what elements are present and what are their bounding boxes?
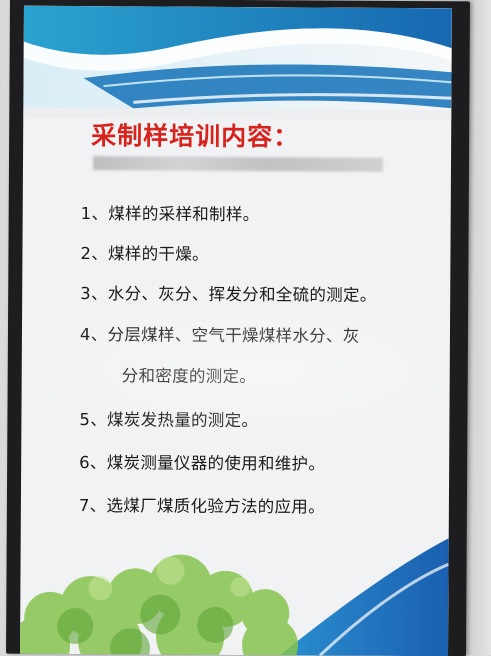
list-item: 5、煤炭发热量的测定。 xyxy=(79,410,259,431)
footer-foliage-graphic xyxy=(20,538,449,656)
list-item: 1、煤样的采样和制样。 xyxy=(80,204,260,225)
list-item-continuation: 分和密度的测定。 xyxy=(121,366,257,387)
blurred-subtitle xyxy=(92,156,384,172)
header-wave-graphic xyxy=(23,5,452,121)
training-content-list: 1、煤样的采样和制样。 2、煤样的干燥。 3、水分、灰分、挥发分和全硫的测定。 … xyxy=(79,200,441,516)
list-item: 6、煤炭测量仪器的使用和维护。 xyxy=(79,453,326,474)
list-item: 4、分层煤样、空气干燥煤样水分、灰 xyxy=(79,325,360,346)
poster-frame: 采制样培训内容： 1、煤样的采样和制样。 2、煤样的干燥。 3、水分、灰分、挥发… xyxy=(6,0,470,656)
poster-title: 采制样培训内容： xyxy=(91,121,300,152)
list-item: 3、水分、灰分、挥发分和全硫的测定。 xyxy=(80,284,377,305)
poster-board: 采制样培训内容： 1、煤样的采样和制样。 2、煤样的干燥。 3、水分、灰分、挥发… xyxy=(20,5,452,656)
list-item: 7、选煤厂煤质化验方法的应用。 xyxy=(78,496,325,517)
list-item: 2、煤样的干燥。 xyxy=(80,244,209,264)
